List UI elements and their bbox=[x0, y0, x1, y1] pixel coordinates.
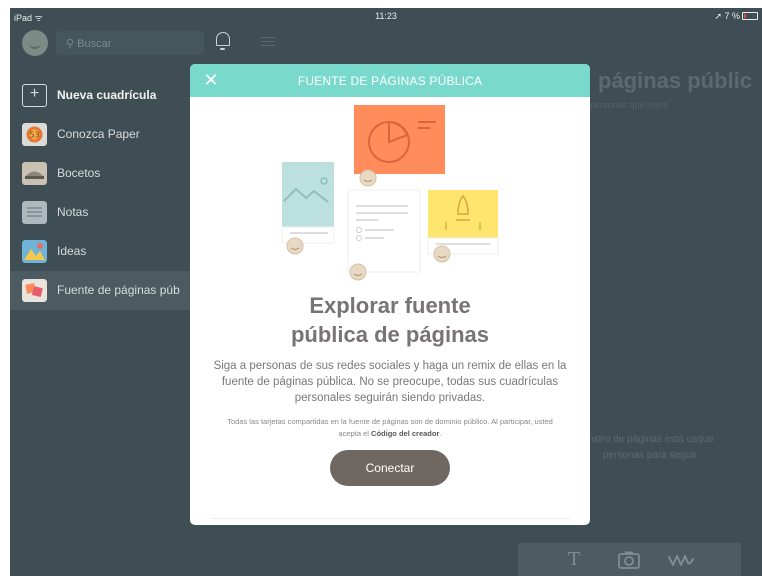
modal-divider bbox=[210, 518, 570, 519]
search-input[interactable]: ⚲ Buscar bbox=[56, 31, 204, 55]
sidebar-item-new-grid[interactable]: + Nueva cuadrícula bbox=[10, 76, 200, 115]
modal-header: ✕ FUENTE DE PÁGINAS PÚBLICA bbox=[190, 64, 590, 97]
modal-headline: Explorar fuente pública de páginas bbox=[290, 293, 490, 347]
creator-code-link[interactable]: Código del creador bbox=[371, 429, 439, 438]
modal-title: FUENTE DE PÁGINAS PÚBLICA bbox=[297, 74, 483, 88]
background-empty-message: nstro de páginas está usque personas par… bbox=[588, 434, 714, 461]
sidebar-item-conozca-paper[interactable]: 53 Conozca Paper bbox=[10, 115, 200, 154]
battery-icon bbox=[742, 12, 758, 20]
ideas-thumbnail bbox=[22, 240, 47, 263]
modal-fine-print: Todas las tarjetas compartidas en la fue… bbox=[227, 417, 553, 438]
fuente-thumbnail bbox=[22, 279, 47, 302]
background-page-title: páginas públic bbox=[598, 68, 753, 93]
conozca-paper-thumbnail: 53 bbox=[22, 123, 47, 146]
plus-icon: + bbox=[22, 84, 47, 107]
sidebar-item-label: Nueva cuadrícula bbox=[57, 88, 157, 102]
sidebar-item-ideas[interactable]: Ideas bbox=[10, 232, 200, 271]
sidebar-item-label: Notas bbox=[57, 205, 89, 219]
battery-percent: ➚ 7 % bbox=[714, 11, 740, 21]
background-subtitle: personas que sigue bbox=[590, 100, 669, 110]
scribble-icon[interactable] bbox=[668, 553, 694, 567]
public-feed-modal: ✕ FUENTE DE PÁGINAS PÚBLICA Explorar fue… bbox=[190, 64, 590, 525]
bell-icon[interactable] bbox=[216, 32, 230, 50]
status-time: 11:23 bbox=[375, 11, 397, 21]
feed-illustration bbox=[281, 105, 499, 281]
orange-chart-card bbox=[354, 105, 445, 174]
connect-button[interactable]: Conectar bbox=[330, 450, 450, 486]
sidebar-item-label: Ideas bbox=[57, 244, 87, 258]
bocetos-thumbnail bbox=[22, 162, 47, 185]
notas-thumbnail bbox=[22, 201, 47, 224]
sidebar-item-fuente[interactable]: Fuente de páginas púb bbox=[10, 271, 200, 310]
text-tool-button[interactable]: T bbox=[568, 549, 580, 570]
svg-text:53: 53 bbox=[29, 131, 39, 140]
avatar[interactable] bbox=[22, 30, 48, 56]
sidebar-item-label: Conozca Paper bbox=[57, 127, 140, 141]
modal-body: Siga a personas de sus redes sociales y … bbox=[213, 360, 567, 404]
status-bar: iPad ᯤ 11:23 ➚ 7 % bbox=[10, 8, 762, 26]
camera-icon[interactable] bbox=[618, 551, 640, 569]
sidebar-item-label: Bocetos bbox=[57, 166, 101, 180]
search-icon: ⚲ bbox=[66, 38, 75, 50]
sidebar-item-bocetos[interactable]: Bocetos bbox=[10, 154, 200, 193]
bottom-toolbar: T bbox=[518, 543, 741, 576]
menu-icon[interactable] bbox=[261, 37, 275, 46]
ipad-screen: iPad ᯤ 11:23 ➚ 7 % ⚲ Buscar + Nueva cuad… bbox=[10, 8, 762, 576]
sidebar-item-notas[interactable]: Notas bbox=[10, 193, 200, 232]
sidebar: + Nueva cuadrícula 53 Conozca Paper Boce… bbox=[10, 76, 200, 310]
sidebar-item-label: Fuente de páginas púb bbox=[57, 283, 180, 297]
